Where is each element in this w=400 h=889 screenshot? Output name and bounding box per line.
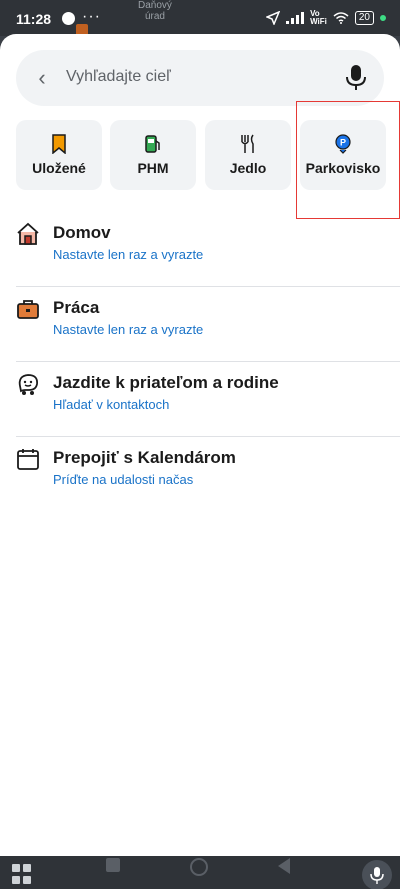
status-time: 11:28	[16, 11, 52, 27]
briefcase-icon	[17, 300, 39, 319]
chip-fuel[interactable]: PHM	[110, 120, 196, 190]
list-item-home[interactable]: Domov Nastavte len raz a vyrazte	[0, 212, 400, 287]
list-item-calendar[interactable]: Prepojiť s Kalendárom Príďte na udalosti…	[0, 437, 400, 512]
back-button[interactable]	[278, 858, 290, 874]
item-subtitle: Nastavte len raz a vyrazte	[53, 247, 204, 262]
list-item-work[interactable]: Práca Nastavte len raz a vyrazte	[0, 287, 400, 362]
item-title: Domov	[53, 223, 111, 242]
cutlery-icon	[241, 134, 254, 153]
privacy-indicator-icon	[380, 15, 386, 21]
search-bar[interactable]: ‹ Vyhľadajte cieľ	[16, 50, 384, 106]
item-subtitle: Nastavte len raz a vyrazte	[53, 322, 204, 337]
fuel-pump-icon	[145, 135, 160, 153]
chip-label: Uložené	[32, 160, 86, 176]
microphone-icon[interactable]	[344, 64, 368, 92]
messenger-icon	[62, 12, 75, 25]
app-grid-icon[interactable]	[12, 864, 32, 884]
item-subtitle: Hľadať v kontaktoch	[53, 397, 170, 412]
suggestions-list: Domov Nastavte len raz a vyrazte Práca N…	[0, 212, 400, 512]
vowifi-label: Vo WiFi	[310, 9, 327, 26]
home-icon	[17, 222, 39, 245]
status-bar: 11:28 ··· Daňový úrad Vo WiFi 20	[0, 0, 400, 36]
chip-saved[interactable]: Uložené	[16, 120, 102, 190]
recents-button[interactable]	[106, 858, 120, 872]
chip-food[interactable]: Jedlo	[205, 120, 291, 190]
microphone-icon	[370, 867, 384, 884]
system-nav-bar	[0, 856, 400, 889]
battery-icon: 20	[354, 11, 374, 25]
item-title: Práca	[53, 298, 100, 317]
location-arrow-icon	[266, 11, 281, 25]
calendar-icon	[17, 449, 39, 470]
highlight-box	[296, 101, 400, 219]
map-poi-label: Daňový úrad	[138, 0, 172, 22]
waze-icon	[18, 374, 38, 395]
voice-button[interactable]	[362, 860, 392, 889]
list-item-friends[interactable]: Jazdite k priateľom a rodine Hľadať v ko…	[0, 362, 400, 437]
item-title: Jazdite k priateľom a rodine	[53, 373, 279, 392]
status-icons: Vo WiFi 20	[266, 10, 386, 26]
signal-icon	[286, 12, 305, 24]
wifi-icon	[333, 12, 349, 24]
home-button[interactable]	[190, 858, 208, 876]
item-subtitle: Príďte na udalosti načas	[53, 472, 194, 487]
chip-label: Jedlo	[229, 160, 267, 176]
item-title: Prepojiť s Kalendárom	[53, 448, 236, 467]
search-input[interactable]: Vyhľadajte cieľ	[66, 68, 171, 86]
chip-label: PHM	[137, 160, 169, 176]
bookmark-icon	[52, 134, 66, 154]
back-arrow-icon[interactable]: ‹	[30, 66, 54, 90]
